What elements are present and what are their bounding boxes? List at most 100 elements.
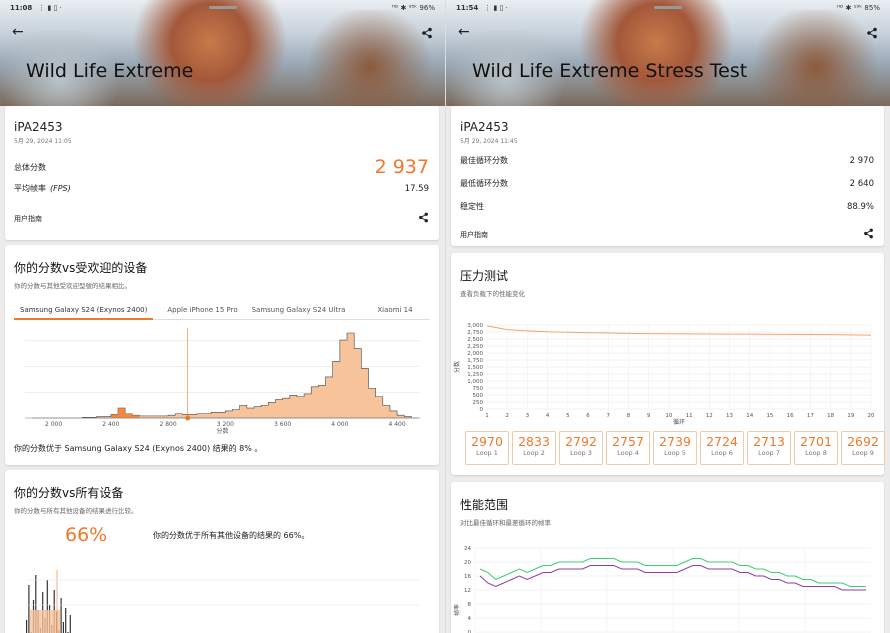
user-guide-link[interactable]: 用户指南 [460,230,488,240]
stress-chart: 3,0002,7502,5002,2502,0001,7501,5001,250… [453,323,875,426]
worst-row: 最低循环分数 2 640 [460,178,874,189]
device-bar [28,585,30,633]
loop-score: 2792 [565,434,597,449]
range-subtitle: 对比最佳循环和最差循环的帧率 [460,519,551,527]
page-title: Wild Life Extreme Stress Test [472,60,748,82]
tab-samsung-s24[interactable]: Samsung Galaxy S24 (Exynos 2400) [14,300,154,320]
x-tick-label: 16 [787,413,794,419]
score-value: 2 937 [374,156,429,178]
guide-row[interactable]: 用户指南 [14,212,429,226]
y-tick-label: 3,000 [467,323,483,329]
tab-samsung-s24-ultra[interactable]: Samsung Galaxy S24 Ultra [252,306,346,314]
x-tick-label: 5 [566,413,570,419]
device-name: iPA2453 [460,120,509,134]
loop-label: Loop 1 [476,449,498,457]
x-tick-label: 1 [485,413,489,419]
device-tabs: Samsung Galaxy S24 (Exynos 2400) Apple i… [14,300,430,320]
stress-title: 压力测试 [460,269,509,283]
user-guide-link[interactable]: 用户指南 [14,214,42,224]
x-tick-label: 4 400 [389,421,406,428]
x-tick-label: 4 000 [331,421,348,428]
x-tick-label: 2 800 [160,421,177,428]
best-row: 最佳循环分数 2 970 [460,155,874,166]
stress-series-line [486,325,872,336]
status-icons: ⋮ ▮ ▯ · [38,4,62,12]
loop-score: 2739 [659,434,691,449]
y-tick-label: 2,000 [467,351,483,357]
y-tick-label: 250 [473,400,484,406]
y-tick-label: 8 [468,602,472,608]
x-tick-label: 2 400 [102,421,119,428]
popular-subtitle: 你的分数与其他受欢迎型號的结果相比。 [14,282,131,290]
loop-tile: 2757 Loop 4 [606,431,650,465]
status-pill [208,6,237,9]
loop-tile: 2833 Loop 2 [512,431,556,465]
popular-result-text: 你的分数优于 Samsung Galaxy S24 (Exynos 2400) … [14,444,263,453]
loop-score: 2701 [800,434,832,449]
y-tick-label: 4 [468,616,472,622]
x-tick-label: 3 600 [274,421,291,428]
x-tick-label: 2 000 [45,421,62,428]
y-tick-label: 2,500 [467,337,483,343]
stress-card: 压力测试 查看负载下的性能变化 3,000 2,750 2,500 2,250 2,00… [451,253,885,475]
all-title: 你的分数vs所有设备 [14,486,124,500]
status-pill [654,6,682,9]
status-right: ᴴᴰ ✱ ¹⁹ᵏ 85% [836,4,880,12]
status-time: 11:08 [10,4,33,12]
x-tick-label: 14 [746,413,753,419]
device-bar [69,615,71,633]
x-tick-label: 7 [607,413,611,419]
y-tick-label: 750 [473,386,484,392]
distribution-area [32,332,419,419]
x-tick-label: 20 [868,413,875,419]
all-devices-card: 你的分数vs所有设备 你的分数与所有其他设备的结果进行比较。 66% 你的分数优… [5,470,439,633]
worst-label: 最低循环分数 [460,179,508,188]
loop-tile: 2792 Loop 3 [559,431,603,465]
loop-score: 2833 [518,434,550,449]
x-tick-label: 3 200 [217,421,234,428]
score-label: 总体分数 [14,162,46,172]
share-icon[interactable] [866,24,878,43]
tab-iphone-15-pro[interactable]: Apple iPhone 15 Pro [167,306,237,314]
range-card: 性能范围 对比最佳循环和最差循环的帧率 24 20 16 12 8 4 0 帧率 [451,482,884,633]
loop-label: Loop 7 [758,449,780,457]
y-tick-label: 2,750 [467,330,483,336]
all-devices-chart [26,570,420,633]
device-bar [26,620,28,633]
y-tick-label: 12 [464,588,471,594]
y-tick-label: 2,250 [467,344,483,350]
device-area [30,610,60,633]
stability-label: 稳定性 [460,202,484,211]
loop-score: 2692 [847,434,879,449]
status-icons: ⋮ ▮ ▯ · [484,4,508,12]
result-card: iPA2453 5月 29, 2024 11:45 最佳循环分数 2 970 最… [451,106,884,246]
status-time: 11:54 [456,4,479,12]
all-text: 你的分数优于所有其他设备的结果的 66%。 [153,531,310,540]
share-icon[interactable] [418,212,429,226]
loop-label: Loop 9 [852,449,874,457]
y-tick-label: 500 [473,393,484,399]
y-tick-label: 20 [464,560,471,566]
status-right: ᴴᴰ ✱ ⁹⁵ᵏ 96% [391,4,435,12]
loop-label: Loop 5 [664,449,686,457]
loop-tile: 2739 Loop 5 [653,431,697,465]
y-tick-label: 16 [464,574,471,580]
y-tick-label: 0 [480,407,484,413]
x-tick-label: 17 [807,413,814,419]
y-axis-label: 分数 [453,361,461,373]
x-tick-label: 13 [726,413,733,419]
loop-list: 2970 Loop 1 2833 Loop 2 2792 Loop 3 2757 Loop 4… [453,431,890,465]
guide-row[interactable]: 用户指南 [460,228,874,242]
y-tick-label: 1,250 [467,372,483,378]
tab-xiaomi-14[interactable]: Xiaomi 14 [377,306,412,314]
x-tick-label: 15 [766,413,773,419]
share-icon[interactable] [421,24,433,43]
share-icon[interactable] [863,228,874,242]
loop-score: 2724 [706,434,738,449]
x-tick-label: 11 [686,413,693,419]
back-arrow-icon[interactable]: ← [12,24,24,40]
result-card: iPA2453 5月 29, 2024 11:05 总体分数 2 937 平均帧… [5,106,439,240]
popular-devices-card: 你的分数vs受欢迎的设备 你的分数与其他受欢迎型號的结果相比。 Samsung … [5,245,439,465]
stability-value: 88.9% [846,201,874,212]
back-arrow-icon[interactable]: ← [458,24,470,40]
